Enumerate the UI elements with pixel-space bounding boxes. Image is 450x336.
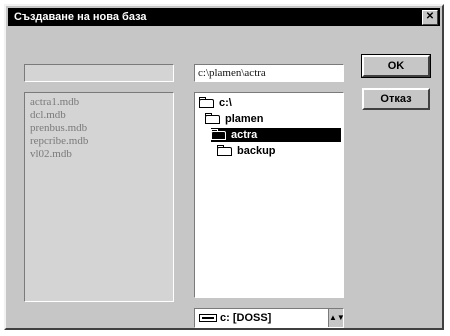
close-icon: ✕ [425, 11, 435, 22]
list-item[interactable]: actra1.mdb [30, 96, 168, 109]
directory-label: c:\ [219, 97, 232, 109]
open-folder-icon [199, 96, 214, 108]
directory-label: backup [237, 145, 276, 157]
dialog-title: Създаване на нова база [14, 11, 147, 23]
list-item[interactable]: dcl.mdb [30, 109, 168, 122]
directory-item-root[interactable]: c:\ [199, 96, 232, 110]
directory-label: plamen [225, 113, 264, 125]
drive-dropdown[interactable]: c: [DOSS] ▲▼ [194, 308, 345, 328]
dropdown-arrow-icon[interactable]: ▲▼ [328, 309, 345, 327]
directory-item-plamen[interactable]: plamen [205, 112, 264, 126]
folder-icon [217, 144, 232, 156]
create-database-dialog: Създаване на нова база ✕ actra1.mdb dcl.… [4, 4, 444, 330]
title-bar: Създаване на нова база ✕ [8, 8, 440, 26]
filename-input[interactable] [24, 64, 174, 82]
open-folder-icon [205, 112, 220, 124]
current-path: c:\plamen\actra [194, 64, 344, 82]
directory-item-backup[interactable]: backup [217, 144, 276, 158]
directory-label: actra [231, 129, 258, 141]
cancel-button[interactable]: Отказ [362, 88, 430, 110]
drive-value: c: [DOSS] [220, 312, 272, 324]
list-item[interactable]: prenbus.mdb [30, 122, 168, 135]
close-button[interactable]: ✕ [422, 10, 438, 25]
open-folder-icon [211, 128, 226, 140]
drive-icon [199, 314, 217, 322]
list-item[interactable]: vl02.mdb [30, 148, 168, 161]
directory-list[interactable]: c:\ plamen actra backup [194, 92, 344, 298]
file-list[interactable]: actra1.mdb dcl.mdb prenbus.mdb repcribe.… [24, 92, 174, 302]
directory-item-actra[interactable]: actra [211, 128, 341, 142]
list-item[interactable]: repcribe.mdb [30, 135, 168, 148]
ok-button[interactable]: OK [361, 54, 431, 78]
